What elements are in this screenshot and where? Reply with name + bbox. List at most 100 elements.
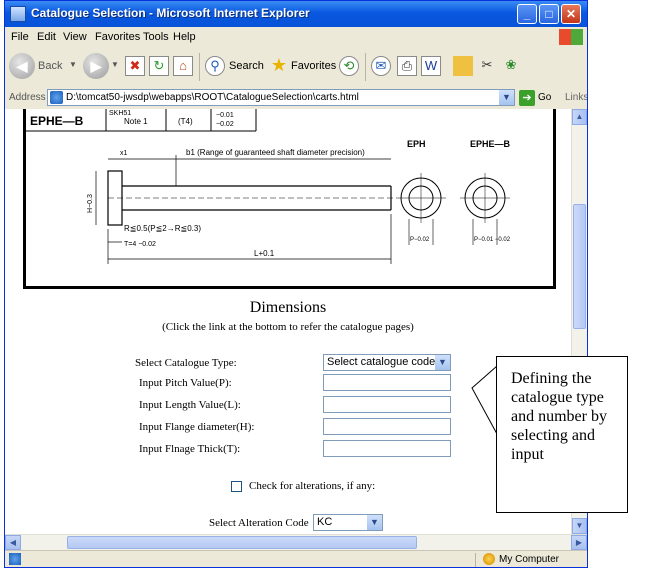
security-zone: My Computer [499, 554, 560, 565]
vertical-scroll-thumb[interactable] [573, 204, 586, 329]
table-tolerance-class: (T4) [178, 117, 193, 126]
scroll-up-icon[interactable]: ▲ [572, 109, 587, 125]
minimize-button[interactable]: _ [517, 4, 537, 24]
alteration-code-value: KC [317, 516, 333, 528]
refresh-icon[interactable]: ↻ [149, 56, 169, 76]
catalogue-type-label: Select Catalogue Type: [135, 357, 237, 369]
table-note: Note 1 [124, 117, 148, 126]
alterations-label: Check for alterations, if any: [249, 480, 376, 492]
part-outline [107, 170, 396, 226]
window-title: Catalogue Selection - Microsoft Internet… [31, 6, 310, 20]
scroll-right-icon[interactable]: ▶ [571, 535, 587, 550]
address-bar: Address D:\tomcat50-jwsdp\webapps\ROOT\C… [5, 87, 587, 110]
back-label[interactable]: Back [38, 60, 62, 72]
back-arrow-icon[interactable]: ◀ [9, 53, 35, 79]
flange-thick-label: Input Flnage Thick(T): [139, 443, 241, 455]
search-label[interactable]: Search [229, 60, 264, 72]
stop-icon[interactable]: ✖ [125, 56, 145, 76]
menu-file[interactable]: File [11, 31, 29, 43]
go-label[interactable]: Go [538, 92, 551, 103]
alteration-code-label: Select Alteration Code [209, 517, 309, 529]
history-icon[interactable]: ⟲ [339, 56, 359, 76]
back-dropdown-icon[interactable]: ▼ [69, 60, 77, 69]
callout-text: Defining the catalogue type and number b… [511, 370, 607, 463]
my-computer-icon [483, 553, 495, 565]
dimensions-subtitle: (Click the link at the bottom to refer t… [162, 321, 414, 333]
alterations-checkbox[interactable] [231, 481, 242, 492]
address-label: Address [9, 92, 46, 103]
favorites-label[interactable]: Favorites [291, 60, 336, 72]
radius-label: R≦0.5(P≦2→R≦0.3) [124, 224, 201, 233]
chevron-down-icon[interactable]: ▼ [367, 515, 382, 530]
page-content: SKH51 EPHE—B Note 1 (T4) −0.01 −0.02 x1 … [5, 109, 571, 534]
menu-help[interactable]: Help [173, 31, 196, 43]
scroll-down-icon[interactable]: ▼ [572, 518, 587, 534]
horizontal-scroll-thumb[interactable] [67, 536, 417, 549]
maximize-button[interactable]: □ [539, 4, 559, 24]
table-tol-upper: −0.01 [216, 112, 234, 119]
catalogue-type-select[interactable]: Select catalogue code ▼ [323, 354, 451, 371]
mail-icon[interactable]: ✉ [371, 56, 391, 76]
windows-logo-icon [559, 29, 583, 45]
table-part-code: EPHE—B [30, 114, 84, 128]
table-header: SKH51 [109, 110, 131, 117]
eph-label: EPH [407, 139, 426, 149]
forward-dropdown-icon[interactable]: ▼ [111, 60, 119, 69]
toolbar-separator [365, 53, 366, 81]
title-bar: Catalogue Selection - Microsoft Internet… [5, 1, 587, 27]
address-url[interactable]: D:\tomcat50-jwsdp\webapps\ROOT\Catalogue… [66, 92, 359, 103]
alteration-code-select[interactable]: KC ▼ [313, 514, 383, 531]
h-label: H−0.3 [87, 194, 94, 213]
print-icon[interactable]: ⎙ [397, 56, 417, 76]
length-label: Input Length Value(L): [139, 399, 241, 411]
favorites-star-icon[interactable]: ★ [269, 56, 289, 76]
standard-toolbar: ◀ Back ▼ ▶ ▼ ✖ ↻ ⌂ ⚲ Search ★ Favorites … [5, 47, 587, 88]
go-arrow-icon[interactable]: ➔ [519, 90, 535, 106]
related-links-icon[interactable]: ❀ [501, 56, 521, 76]
search-icon[interactable]: ⚲ [205, 56, 225, 76]
b1-label: b1 (Range of guaranteed shaft diameter p… [186, 148, 365, 157]
x1-label: x1 [120, 150, 128, 157]
ephe-b-label: EPHE—B [470, 139, 511, 149]
folder-icon[interactable] [453, 56, 473, 76]
annotation-callout: Defining the catalogue type and number b… [496, 356, 628, 513]
page-icon [50, 91, 63, 104]
pitch-input[interactable] [323, 374, 451, 391]
p-label-right: P−0.01 −0.02 [474, 237, 511, 243]
menu-view[interactable]: View [63, 31, 87, 43]
address-dropdown-icon[interactable]: ▼ [499, 90, 514, 105]
horizontal-scrollbar[interactable]: ◀ ▶ [5, 534, 587, 550]
address-input[interactable]: D:\tomcat50-jwsdp\webapps\ROOT\Catalogue… [47, 89, 515, 106]
status-separator [475, 553, 476, 567]
links-label[interactable]: Links [565, 92, 587, 103]
messenger-icon[interactable]: ✂ [477, 56, 497, 76]
chevron-down-icon[interactable]: ▼ [435, 355, 450, 370]
pitch-label: Input Pitch Value(P): [139, 377, 232, 389]
flange-diameter-input[interactable] [323, 418, 451, 435]
forward-arrow-icon[interactable]: ▶ [83, 53, 109, 79]
close-button[interactable]: ✕ [561, 4, 581, 24]
menu-bar: File Edit View Favorites Tools Help [5, 27, 587, 48]
length-label: L+0.1 [254, 249, 275, 258]
thickness-label: T=4 −0.02 [124, 241, 156, 248]
menu-edit[interactable]: Edit [37, 31, 56, 43]
end-views [396, 173, 510, 245]
scroll-left-icon[interactable]: ◀ [5, 535, 21, 550]
drawing-svg: SKH51 EPHE—B Note 1 (T4) −0.01 −0.02 x1 … [26, 109, 511, 264]
page-done-icon [9, 553, 21, 565]
table-tol-lower: −0.02 [216, 121, 234, 128]
dimensions-title: Dimensions [249, 299, 327, 316]
length-input[interactable] [323, 396, 451, 413]
p-label-left: P−0.02 [410, 237, 430, 243]
status-bar: My Computer [5, 550, 587, 567]
edit-word-icon[interactable]: W [421, 56, 441, 76]
menu-tools[interactable]: Tools [143, 31, 169, 43]
toolbar-separator [199, 53, 200, 81]
technical-drawing: SKH51 EPHE—B Note 1 (T4) −0.01 −0.02 x1 … [23, 109, 556, 289]
flange-thick-input[interactable] [323, 440, 451, 457]
flange-diameter-label: Input Flange diameter(H): [139, 421, 255, 433]
catalogue-type-value: Select catalogue code [327, 356, 436, 368]
ie-app-icon [10, 6, 26, 22]
home-icon[interactable]: ⌂ [173, 56, 193, 76]
menu-favorites[interactable]: Favorites [95, 31, 140, 43]
